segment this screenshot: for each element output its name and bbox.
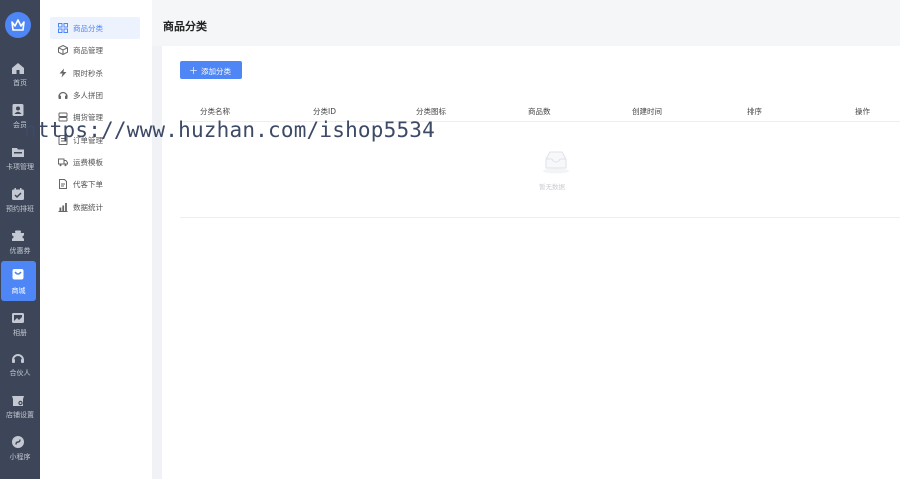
- empty-inbox-icon: [543, 151, 569, 174]
- app-logo[interactable]: [5, 12, 31, 38]
- chart-icon: [58, 203, 68, 212]
- crown-icon: [11, 19, 25, 31]
- store-settings-icon: [12, 396, 24, 406]
- rail-label: 卡项管理: [6, 163, 34, 171]
- submenu-label: 多人拼团: [73, 91, 103, 100]
- submenu-item-statistics[interactable]: 数据统计: [50, 196, 140, 218]
- rail-item-booking[interactable]: 预约排班: [0, 184, 40, 224]
- column-header-id[interactable]: 分类ID: [313, 106, 336, 117]
- album-icon: [12, 313, 24, 323]
- submenu-label: 商品管理: [73, 46, 103, 55]
- partner-icon: [12, 354, 24, 363]
- rail-item-album[interactable]: 相册: [0, 308, 40, 348]
- rail-label: 预约排班: [6, 205, 34, 213]
- add-category-label: 添加分类: [201, 67, 231, 76]
- column-header-count[interactable]: 商品数: [528, 106, 551, 117]
- rail-label: 合伙人: [9, 369, 31, 377]
- member-icon: [12, 104, 24, 116]
- mini-program-icon: [12, 436, 24, 448]
- plus-icon: ＋: [189, 67, 199, 77]
- page-title: 商品分类: [163, 20, 207, 33]
- flash-icon: [59, 68, 67, 78]
- submenu-item-categories[interactable]: 商品分类: [50, 17, 140, 39]
- submenu-item-shipping[interactable]: 运费模板: [50, 151, 140, 173]
- submenu-item-group-buy[interactable]: 多人拼团: [50, 84, 140, 106]
- grid-icon: [58, 23, 68, 33]
- submenu-label: 限时秒杀: [73, 69, 103, 78]
- column-header-created[interactable]: 创建时间: [632, 106, 662, 117]
- main-nav-rail: 首页 会员 卡项管理 预约排班 优惠券 商城 相册 合伙人 店铺设置 小程序: [0, 0, 40, 479]
- submenu-label: 数据统计: [73, 203, 103, 212]
- document-icon: [59, 179, 67, 189]
- box-icon: [58, 45, 68, 55]
- empty-state-text: 暂无数据: [539, 183, 565, 191]
- rail-label: 优惠券: [9, 247, 31, 255]
- rail-label: 商城: [11, 287, 26, 295]
- rail-item-mall[interactable]: 商城: [1, 261, 36, 301]
- add-category-button[interactable]: ＋ 添加分类: [180, 61, 242, 79]
- rail-item-partner[interactable]: 合伙人: [0, 348, 40, 388]
- calendar-icon: [12, 188, 24, 200]
- mall-submenu: 商品分类 商品管理 限时秒杀 多人拼团 拥货管理 订单管理 运费模板 代客下单 …: [40, 0, 152, 479]
- rail-label: 店铺设置: [6, 411, 34, 419]
- submenu-label: 商品分类: [73, 24, 103, 33]
- coupon-icon: [12, 230, 24, 241]
- submenu-label: 运费模板: [73, 158, 103, 167]
- submenu-item-flash-sale[interactable]: 限时秒杀: [50, 62, 140, 84]
- rail-label: 小程序: [9, 453, 31, 461]
- watermark-text: https://www.huzhan.com/ishop5534: [24, 118, 435, 142]
- rail-label: 相册: [13, 329, 27, 337]
- rail-label: 首页: [13, 79, 27, 87]
- mall-icon: [12, 269, 24, 280]
- home-icon: [12, 63, 24, 74]
- rail-item-cards[interactable]: 卡项管理: [0, 142, 40, 182]
- rail-item-home[interactable]: 首页: [0, 58, 40, 98]
- card-icon: [12, 148, 24, 157]
- rail-item-store-settings[interactable]: 店铺设置: [0, 390, 40, 430]
- main-content: 商品分类 ＋ 添加分类 分类名称 分类ID 分类图标 商品数 创建时间 排序 操…: [152, 0, 900, 479]
- rail-item-coupon[interactable]: 优惠券: [0, 226, 40, 266]
- column-header-icon[interactable]: 分类图标: [416, 106, 446, 117]
- submenu-item-products[interactable]: 商品管理: [50, 39, 140, 61]
- submenu-label: 代客下单: [73, 180, 103, 189]
- rail-item-mini-program[interactable]: 小程序: [0, 432, 40, 472]
- column-header-name[interactable]: 分类名称: [200, 106, 230, 117]
- page-header: 商品分类: [152, 0, 900, 46]
- truck-icon: [58, 158, 68, 167]
- column-header-sort[interactable]: 排序: [747, 106, 762, 117]
- column-header-actions[interactable]: 操作: [855, 106, 870, 117]
- content-card: ＋ 添加分类 分类名称 分类ID 分类图标 商品数 创建时间 排序 操作 暂无数…: [162, 46, 900, 479]
- group-icon: [58, 91, 68, 99]
- submenu-item-proxy-order[interactable]: 代客下单: [50, 173, 140, 195]
